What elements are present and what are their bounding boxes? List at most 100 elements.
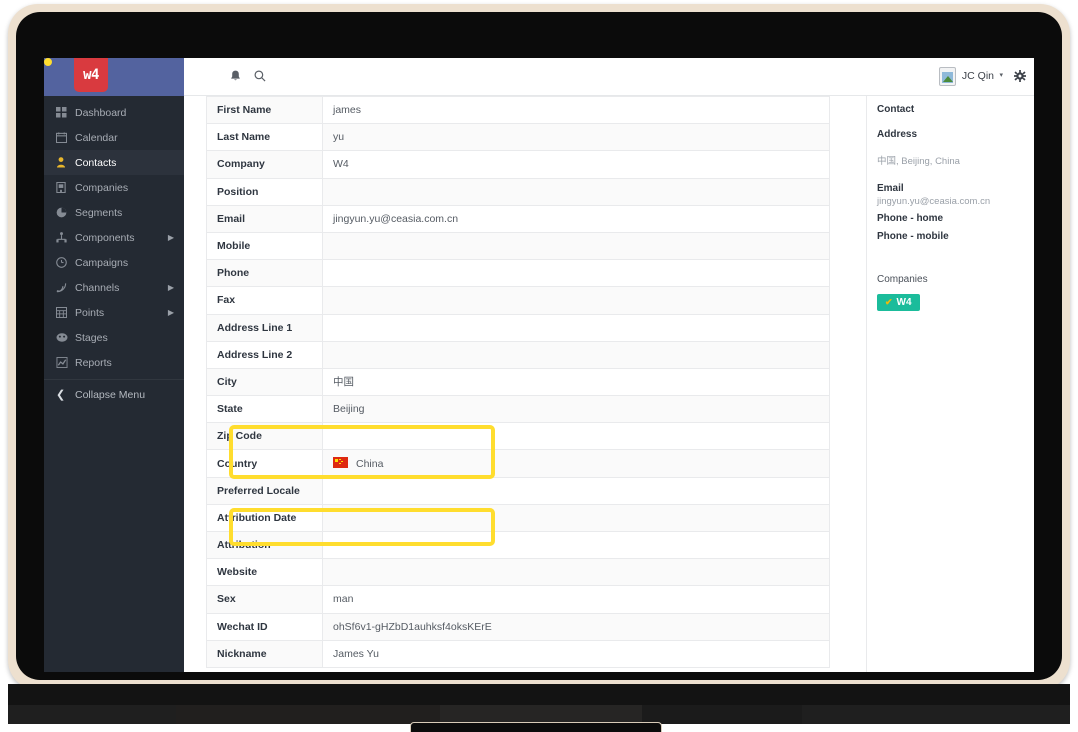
email-value[interactable]: jingyun.yu@ceasia.com.cn (877, 196, 1024, 207)
table-row[interactable]: State Beijing (206, 395, 830, 424)
table-row[interactable]: Position (206, 177, 830, 206)
field-value[interactable] (322, 422, 830, 451)
field-value-country[interactable]: China (322, 449, 830, 478)
field-label: Nickname (206, 639, 323, 668)
table-row[interactable]: Zip Code (206, 422, 830, 451)
field-value[interactable]: 中国 (322, 367, 830, 397)
sidebar-collapse-menu[interactable]: ❮ Collapse Menu (44, 382, 184, 407)
table-row[interactable]: Address Line 1 (206, 313, 830, 342)
address-heading: Address (877, 129, 918, 140)
chevron-right-icon: ▶ (167, 308, 174, 317)
table-row[interactable]: Sex man (206, 585, 830, 614)
sidebar-item-label: Dashboard (75, 106, 127, 119)
table-row[interactable]: Website (206, 558, 830, 587)
chevron-right-icon: ▶ (167, 283, 174, 292)
field-label: Position (206, 177, 323, 206)
companies-section-title: Companies (877, 274, 928, 285)
field-label: Zip Code (206, 422, 323, 451)
building-icon (56, 182, 72, 193)
field-value[interactable]: james (322, 95, 830, 125)
field-value[interactable] (322, 286, 830, 315)
sidebar-item-label: Contacts (75, 156, 117, 169)
contact-detail-content: First Name james Last Name yu Company W4 Po… (184, 95, 1034, 672)
table-row[interactable]: Company W4 (206, 150, 830, 179)
table-row[interactable]: Country China (206, 449, 830, 478)
field-value[interactable]: W4 (322, 150, 830, 179)
sidebar-item-dashboard[interactable]: Dashboard (44, 100, 184, 125)
phone-home-label: Phone - home (877, 213, 944, 224)
search-icon[interactable] (254, 69, 266, 87)
sidebar-item-points[interactable]: Points ▶ (44, 300, 184, 325)
sidebar-item-label: Components (75, 231, 135, 244)
chevron-down-icon[interactable]: ▾ (999, 71, 1003, 79)
sidebar-item-label: Reports (75, 356, 112, 369)
table-row[interactable]: Address Line 2 (206, 340, 830, 369)
field-value[interactable] (322, 231, 830, 261)
china-flag-icon (333, 457, 348, 469)
field-label: Email (206, 204, 323, 233)
table-row[interactable]: Mobile (206, 231, 830, 261)
components-icon (56, 232, 72, 243)
field-value[interactable] (322, 476, 830, 505)
grid-icon (56, 107, 72, 118)
avatar[interactable] (939, 67, 956, 86)
table-row[interactable]: Wechat ID ohSf6v1-gHZbD1auhksf4oksKErE (206, 612, 830, 641)
contact-icon (56, 157, 72, 168)
table-row[interactable]: Nickname James Yu (206, 639, 830, 668)
table-row[interactable]: Last Name yu (206, 123, 830, 152)
field-label: Address Line 2 (206, 340, 323, 369)
top-header-bar: JC Qin ▾ (184, 58, 1034, 96)
field-label: Company (206, 150, 323, 179)
field-value[interactable]: yu (322, 123, 830, 152)
table-row[interactable]: Attribution Date (206, 503, 830, 533)
laptop-base-segment-right (642, 705, 802, 724)
check-icon: ✔ (885, 297, 893, 307)
sidebar-item-label: Channels (75, 281, 120, 294)
sidebar-item-companies[interactable]: Companies (44, 175, 184, 200)
sidebar-item-contacts[interactable]: Contacts (44, 150, 184, 175)
table-row[interactable]: Preferred Locale (206, 476, 830, 505)
field-value[interactable]: man (322, 585, 830, 614)
company-badge-label: W4 (896, 297, 912, 308)
field-value[interactable]: James Yu (322, 639, 830, 668)
field-value[interactable] (322, 503, 830, 533)
sidebar-item-stages[interactable]: Stages (44, 325, 184, 350)
sidebar-item-campaigns[interactable]: Campaigns (44, 250, 184, 275)
rss-icon (56, 282, 72, 293)
field-value[interactable]: Beijing (322, 395, 830, 424)
field-value[interactable] (322, 177, 830, 206)
field-value[interactable] (322, 558, 830, 587)
bell-icon[interactable] (230, 69, 241, 87)
field-label: Attribution (206, 530, 323, 560)
chevron-left-icon: ❮ (56, 389, 66, 401)
user-menu-name[interactable]: JC Qin (962, 70, 994, 82)
table-row[interactable]: First Name james (206, 95, 830, 125)
sidebar-item-label: Segments (75, 206, 123, 219)
sidebar-item-reports[interactable]: Reports (44, 350, 184, 375)
table-row[interactable]: Email jingyun.yu@ceasia.com.cn (206, 204, 830, 233)
sidebar-item-components[interactable]: Components ▶ (44, 225, 184, 250)
table-row[interactable]: Phone (206, 259, 830, 288)
sidebar-item-channels[interactable]: Channels ▶ (44, 275, 184, 300)
table-row[interactable]: Fax (206, 286, 830, 315)
company-badge[interactable]: ✔ W4 (877, 294, 920, 311)
clock-icon (56, 257, 72, 268)
sidebar-item-calendar[interactable]: Calendar (44, 125, 184, 150)
field-label: Sex (206, 585, 323, 614)
table-row[interactable]: Attribution (206, 530, 830, 560)
field-value[interactable] (322, 259, 830, 288)
field-label: Phone (206, 259, 323, 288)
sidebar-nav-list: Dashboard Calendar Contacts Companies Se… (44, 96, 184, 407)
field-label: Mobile (206, 231, 323, 261)
phone-mobile-label: Phone - mobile (877, 231, 949, 242)
table-row[interactable]: City 中国 (206, 367, 830, 397)
app-logo[interactable]: w4 (74, 58, 108, 92)
field-value[interactable]: jingyun.yu@ceasia.com.cn (322, 204, 830, 233)
field-value[interactable] (322, 340, 830, 369)
field-value[interactable]: ohSf6v1-gHZbD1auhksf4oksKErE (322, 612, 830, 641)
gear-icon[interactable] (1014, 69, 1026, 87)
field-value[interactable] (322, 530, 830, 560)
sidebar-item-segments[interactable]: Segments (44, 200, 184, 225)
field-label: First Name (206, 95, 323, 125)
field-value[interactable] (322, 313, 830, 342)
